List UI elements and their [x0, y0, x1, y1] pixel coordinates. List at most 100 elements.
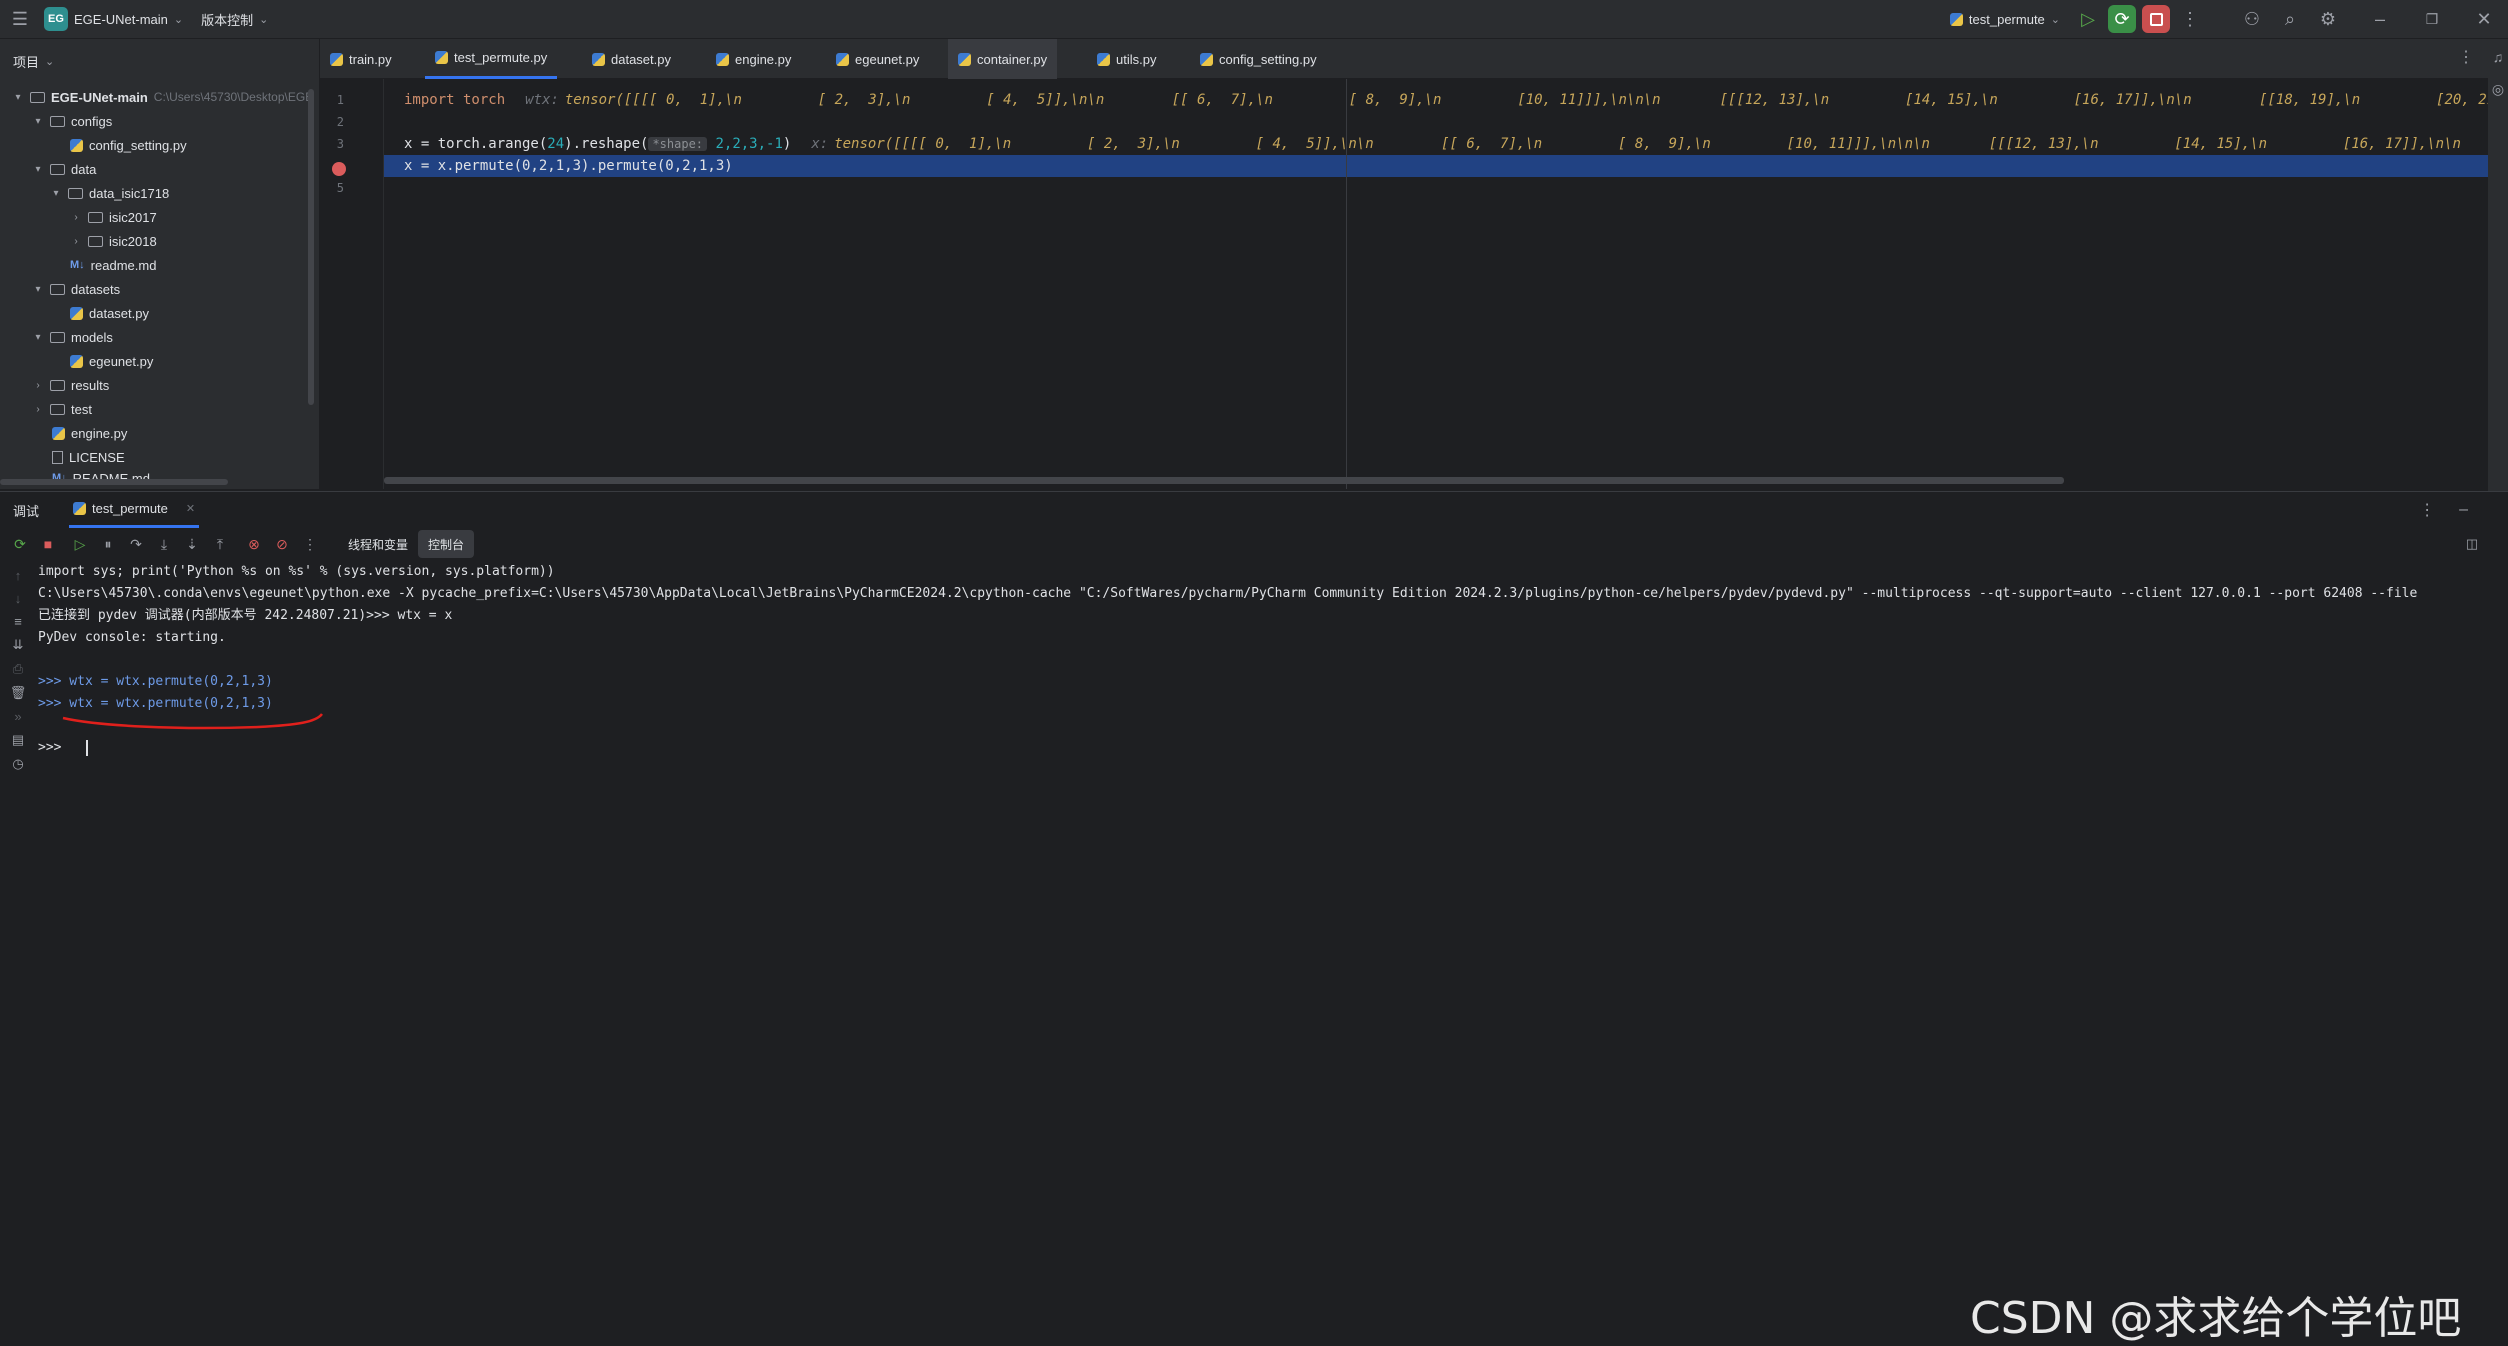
step-into-my-code-icon[interactable]: ⇣: [178, 530, 206, 558]
run-config-selector[interactable]: test_permute ⌄: [1949, 0, 2060, 38]
debug-console[interactable]: import sys; print('Python %s on %s' % (s…: [38, 562, 2468, 862]
breakpoint-icon[interactable]: [332, 162, 346, 176]
tab-egeunet-py[interactable]: egeunet.py: [826, 39, 929, 79]
vcs-selector[interactable]: 版本控制 ⌄: [201, 0, 268, 38]
project-panel-header[interactable]: 项目 ⌄: [0, 39, 319, 83]
tab-dataset-py[interactable]: dataset.py: [582, 39, 681, 79]
debug-panel-header: 调试 test_permute ✕ ⋮ –: [0, 492, 2508, 528]
down-icon[interactable]: ↓: [15, 591, 22, 606]
history-icon[interactable]: ◷: [12, 756, 23, 772]
search-icon[interactable]: ⌕: [2274, 3, 2306, 35]
tree-item-results[interactable]: › results: [32, 373, 109, 397]
stop-button[interactable]: [2142, 5, 2170, 33]
hide-panel-icon[interactable]: –: [2459, 501, 2468, 519]
tab-train-py[interactable]: train.py: [320, 39, 402, 79]
soft-wrap-icon[interactable]: ≡: [14, 614, 22, 629]
tree-item-models[interactable]: ▾ models: [32, 325, 113, 349]
tree-item-engine-py[interactable]: engine.py: [52, 421, 127, 445]
title-bar: ☰ EG EGE-UNet-main ⌄ 版本控制 ⌄ test_permute…: [0, 0, 2508, 39]
close-tab-icon[interactable]: ✕: [186, 502, 195, 515]
red-underline-annotation: [62, 713, 323, 730]
notifications-icon[interactable]: ♫: [2488, 49, 2508, 65]
step-over-icon[interactable]: ↷: [122, 530, 150, 558]
tree-item-label: models: [71, 329, 113, 345]
tree-item-label: isic2018: [109, 233, 157, 249]
tree-item-datasets[interactable]: ▾ datasets: [32, 277, 120, 301]
more-icon[interactable]: ⋮: [2174, 3, 2206, 35]
sidebar-h-scrollbar[interactable]: [0, 479, 228, 485]
more-icon[interactable]: ⋮: [2419, 500, 2435, 520]
console-line: >>> wtx = wtx.permute(0,2,1,3): [38, 696, 273, 711]
rerun-icon[interactable]: ⟳: [6, 530, 34, 558]
chevron-down-icon: ▾: [35, 115, 41, 127]
code-text: ).reshape(: [564, 136, 649, 152]
tree-item-test[interactable]: › test: [32, 397, 92, 421]
run-config-name: test_permute: [1968, 11, 2045, 27]
python-icon: [70, 354, 83, 368]
clear-all-icon[interactable]: 🗑: [10, 685, 27, 701]
print-icon[interactable]: ⎙: [13, 661, 23, 677]
tree-item-configs[interactable]: ▾ configs: [32, 109, 112, 133]
tab-config-setting-py[interactable]: config_setting.py: [1190, 39, 1327, 79]
main-menu-icon[interactable]: ☰: [4, 3, 36, 35]
step-out-icon[interactable]: ⤒: [206, 530, 234, 558]
tree-item-isic2018[interactable]: › isic2018: [70, 229, 157, 253]
layout-icon[interactable]: ◫: [2458, 530, 2486, 558]
tabs-more-icon[interactable]: ⋮: [2458, 47, 2474, 67]
tab-container-py[interactable]: container.py: [948, 39, 1058, 79]
tab-engine-py[interactable]: engine.py: [706, 39, 801, 79]
run-icon[interactable]: ▷: [2072, 3, 2104, 35]
rerun-icon[interactable]: ⟳: [2108, 5, 2136, 33]
ai-assistant-icon[interactable]: ◎: [2488, 81, 2508, 98]
console-prompt: >>>: [38, 740, 70, 755]
project-selector[interactable]: EG EGE-UNet-main ⌄: [44, 0, 183, 38]
tree-item-config-setting[interactable]: config_setting.py: [70, 133, 187, 157]
step-into-icon[interactable]: ⤓: [150, 530, 178, 558]
up-icon[interactable]: ↑: [15, 568, 22, 583]
view-breakpoints-icon[interactable]: ⊗: [240, 530, 268, 558]
sidebar-scrollbar[interactable]: [308, 89, 314, 405]
tab-utils-py[interactable]: utils.py: [1087, 39, 1166, 79]
chevron-down-icon: ▾: [35, 331, 41, 343]
debug-panel-title: 调试: [13, 503, 40, 519]
tree-item-data-isic1718[interactable]: ▾ data_isic1718: [50, 181, 169, 205]
stop-icon[interactable]: ■: [34, 530, 62, 558]
tab-test-permute-py[interactable]: test_permute.py: [425, 39, 558, 79]
mute-breakpoints-icon[interactable]: ⊘: [268, 530, 296, 558]
tab-threads-variables[interactable]: 线程和变量: [338, 530, 418, 558]
tree-item-label: isic2017: [109, 209, 157, 225]
debug-session-tab[interactable]: test_permute ✕: [69, 492, 200, 528]
tab-label: egeunet.py: [855, 51, 920, 67]
tree-root[interactable]: ▾ EGE-UNet-main C:\Users\45730\Desktop\E…: [12, 85, 313, 109]
chevron-down-icon: ⌄: [45, 55, 55, 68]
python-console-icon[interactable]: ▤: [12, 732, 24, 748]
inline-value-hint: tensor([[[[ 0, 1],\n [ 2, 3],\n [ 4, 5]]…: [834, 136, 2461, 152]
more-actions-icon[interactable]: »: [14, 709, 21, 724]
folder-icon: [50, 115, 65, 127]
project-panel-title: 项目: [13, 54, 40, 70]
scroll-to-end-icon[interactable]: ⇊: [13, 637, 24, 653]
debug-toolbar: ⟳ ■ ▷ ⏸ ↷ ⤓ ⇣ ⤒ ⊗ ⊘ ⋮ 线程和变量 控制台 ◫: [0, 528, 2508, 560]
gear-icon[interactable]: ⚙: [2312, 3, 2344, 35]
tree-item-isic2017[interactable]: › isic2017: [70, 205, 157, 229]
chevron-down-icon: ⌄: [173, 13, 184, 26]
pause-icon[interactable]: ⏸: [94, 530, 122, 558]
tab-label: engine.py: [735, 51, 792, 67]
tree-item-license[interactable]: LICENSE: [52, 445, 125, 469]
tree-item-egeunet-py[interactable]: egeunet.py: [70, 349, 153, 373]
restore-icon[interactable]: ❐: [2416, 3, 2448, 35]
project-name: EGE-UNet-main: [74, 11, 168, 27]
tree-item-readme-data[interactable]: M↓ readme.md: [70, 253, 156, 277]
resume-icon[interactable]: ▷: [66, 530, 94, 558]
add-user-icon[interactable]: ⚇: [2236, 3, 2268, 35]
editor-h-scrollbar[interactable]: [384, 477, 2064, 484]
tab-console[interactable]: 控制台: [418, 530, 475, 558]
tree-item-dataset-py[interactable]: dataset.py: [70, 301, 149, 325]
python-icon: [592, 52, 605, 66]
minimize-icon[interactable]: –: [2364, 3, 2396, 35]
more-icon[interactable]: ⋮: [296, 530, 324, 558]
close-icon[interactable]: ✕: [2468, 3, 2500, 35]
python-icon: [70, 138, 83, 152]
code-view[interactable]: import torch wtx: tensor([[[[ 0, 1],\n […: [384, 79, 2495, 489]
tree-item-data[interactable]: ▾ data: [32, 157, 96, 181]
